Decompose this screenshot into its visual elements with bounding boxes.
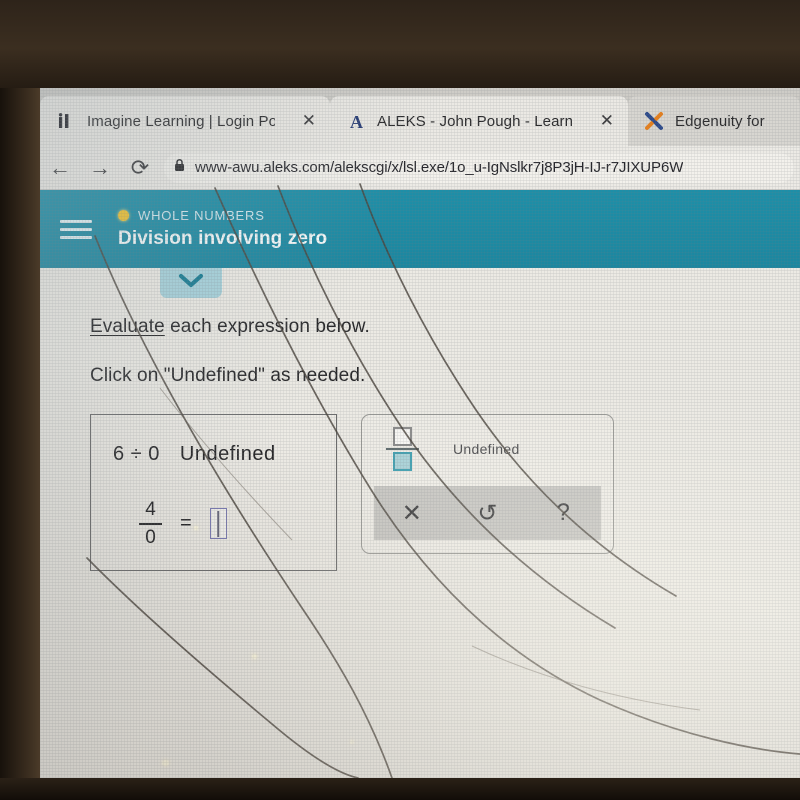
laptop-screen: Imagine Learning | Login Portal ✕ A ALEK… xyxy=(40,88,800,778)
expression-1-answer: Undefined xyxy=(179,443,276,465)
help-icon[interactable]: ? xyxy=(543,499,583,527)
browser-tab-imagine-learning[interactable]: Imagine Learning | Login Portal ✕ xyxy=(40,96,330,146)
screen-bezel-top xyxy=(0,0,800,88)
browser-tab-aleks[interactable]: A ALEKS - John Pough - Learn ✕ xyxy=(330,96,628,146)
fraction-4-over-0: 4 0 xyxy=(139,500,162,548)
address-bar[interactable]: www-awu.aleks.com/alekscgi/x/lsl.exe/1o_… xyxy=(164,152,794,183)
screen-bezel-left xyxy=(0,88,40,800)
clear-x-icon[interactable]: ✕ xyxy=(392,499,432,528)
edgenuity-x-icon xyxy=(644,111,664,131)
palette-toolbar: ✕ ↺ ? xyxy=(374,486,601,540)
work-area: 6 ÷ 0 Undefined 4 0 = Undefined ✕ ↺ ? xyxy=(90,414,800,571)
browser-tab-title: ALEKS - John Pough - Learn xyxy=(377,112,573,130)
back-icon[interactable]: ← xyxy=(40,155,80,181)
browser-toolbar: ← → ⟳ www-awu.aleks.com/alekscgi/x/lsl.e… xyxy=(40,146,800,190)
photo-of-cracked-laptop-screen: Imagine Learning | Login Portal ✕ A ALEK… xyxy=(0,0,800,800)
fraction-template-icon[interactable] xyxy=(386,426,419,472)
fraction-numerator: 4 xyxy=(145,499,156,520)
browser-tab-title: Imagine Learning | Login Portal xyxy=(87,112,275,130)
undo-icon[interactable]: ↺ xyxy=(467,499,507,528)
aleks-page: WHOLE NUMBERS Division involving zero Ev… xyxy=(40,190,800,778)
instruction-line-2: Click on "Undefined" as needed. xyxy=(90,365,366,386)
forward-icon[interactable]: → xyxy=(80,155,120,181)
browser-tab-edgenuity[interactable]: Edgenuity for xyxy=(628,96,800,146)
reload-icon[interactable]: ⟳ xyxy=(120,155,160,181)
problem-box: 6 ÷ 0 Undefined 4 0 = xyxy=(90,414,337,571)
imagine-learning-icon xyxy=(56,111,76,131)
evaluate-glossary-link[interactable]: Evaluate xyxy=(90,316,165,337)
topic-label: WHOLE NUMBERS xyxy=(138,208,265,223)
equals-sign: = xyxy=(180,512,192,535)
expression-row-2: 4 0 = xyxy=(113,500,336,548)
page-title: Division involving zero xyxy=(118,228,328,249)
palette-options-row: Undefined xyxy=(362,415,613,483)
fraction-bar xyxy=(139,522,162,525)
screen-bezel-bottom xyxy=(0,778,800,800)
instruction-line-1: Evaluate each expression below. xyxy=(90,316,800,338)
svg-text:A: A xyxy=(350,112,363,131)
expression-row-1: 6 ÷ 0 Undefined xyxy=(113,443,336,466)
aleks-a-icon: A xyxy=(346,111,366,131)
lock-icon xyxy=(174,158,185,177)
hamburger-menu-icon[interactable] xyxy=(60,219,92,239)
close-icon[interactable]: ✕ xyxy=(302,111,316,131)
topic-row: WHOLE NUMBERS xyxy=(118,208,327,223)
close-icon[interactable]: ✕ xyxy=(600,111,614,131)
answer-palette: Undefined ✕ ↺ ? xyxy=(361,414,614,554)
undefined-button[interactable]: Undefined xyxy=(453,441,520,457)
aleks-lesson-header: WHOLE NUMBERS Division involving zero xyxy=(40,190,800,268)
expression-1-text: 6 ÷ 0 xyxy=(113,443,160,465)
fraction-denominator: 0 xyxy=(145,526,156,548)
browser-tab-strip: Imagine Learning | Login Portal ✕ A ALEK… xyxy=(40,88,800,146)
url-text: www-awu.aleks.com/alekscgi/x/lsl.exe/1o_… xyxy=(195,159,684,176)
answer-input[interactable] xyxy=(209,508,227,540)
topic-status-dot-icon xyxy=(118,210,129,221)
browser-tab-title: Edgenuity for xyxy=(675,112,765,130)
instruction-line-1-rest: each expression below. xyxy=(164,316,370,337)
lesson-content: Evaluate each expression below. Click on… xyxy=(40,268,800,571)
